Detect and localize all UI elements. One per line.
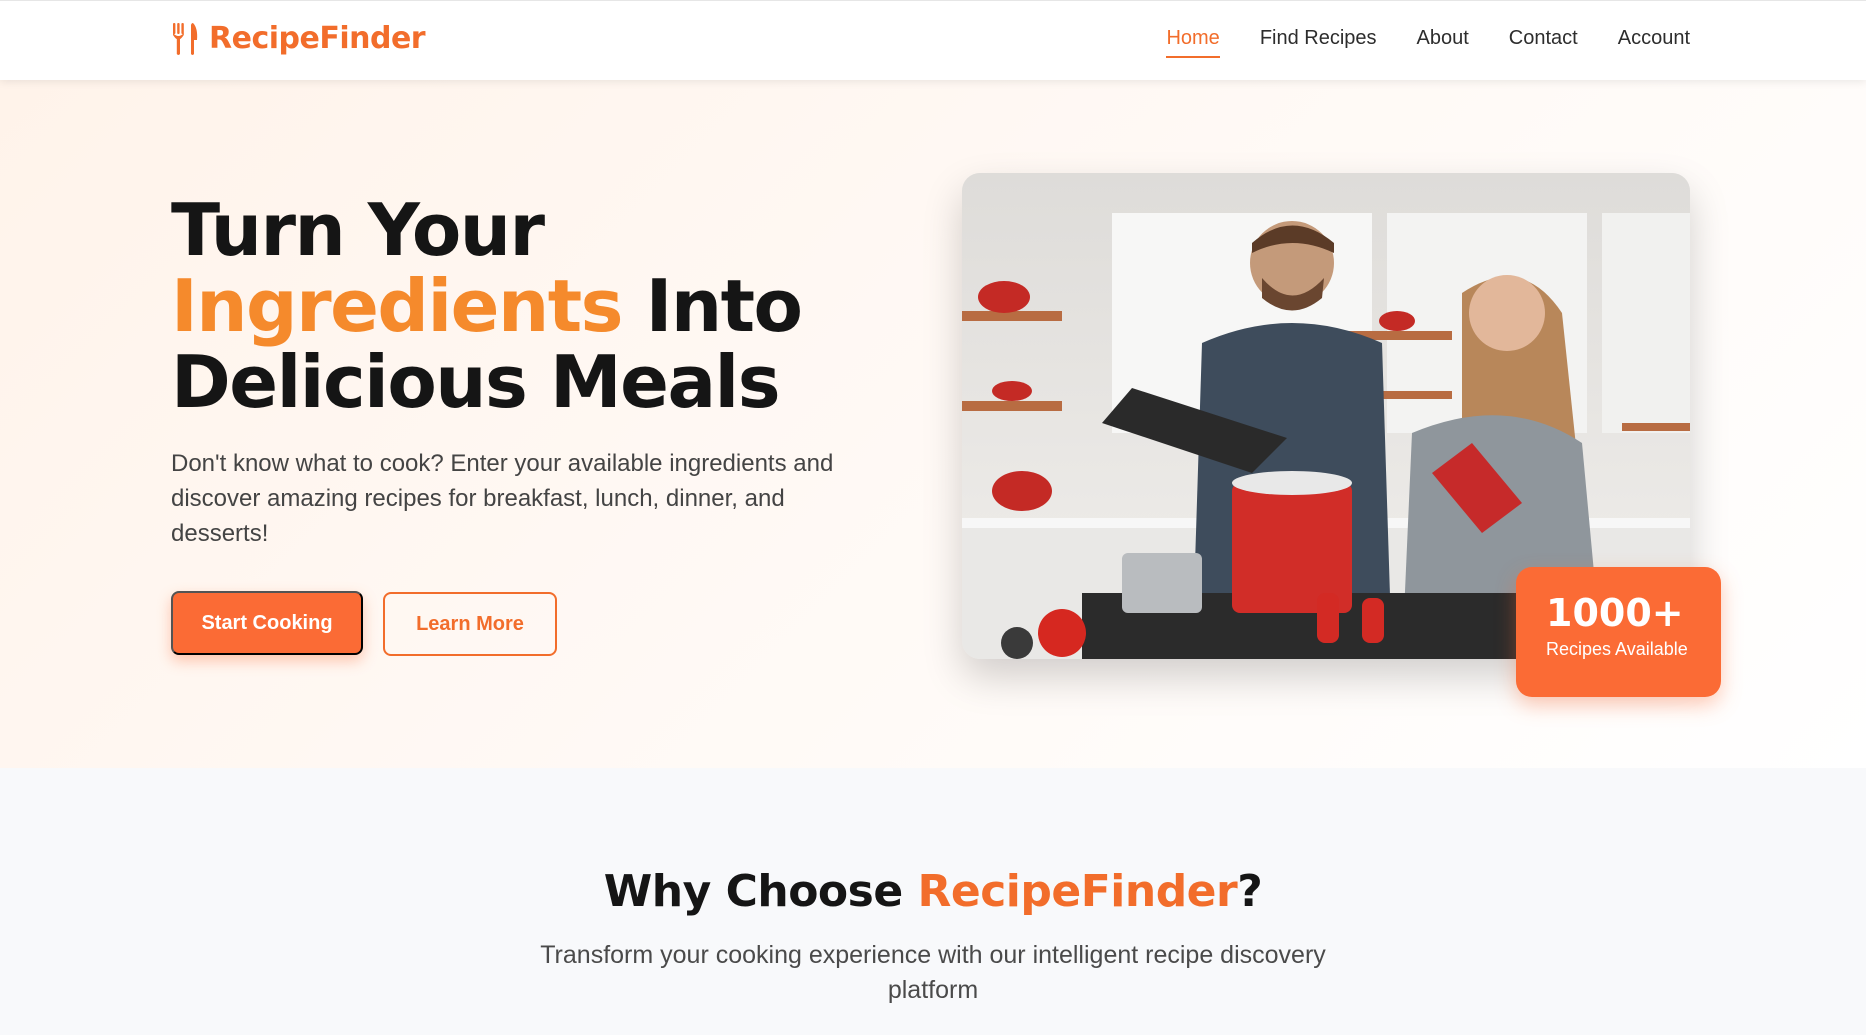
- nav-home[interactable]: Home: [1166, 27, 1221, 58]
- hero-section: Turn Your Ingredients Into Delicious Mea…: [0, 80, 1866, 768]
- why-title-accent: RecipeFinder: [917, 866, 1238, 917]
- nav-find-recipes[interactable]: Find Recipes: [1260, 27, 1377, 58]
- navbar: RecipeFinder Home Find Recipes About Con…: [0, 0, 1866, 80]
- start-cooking-button[interactable]: Start Cooking: [171, 591, 363, 655]
- why-section: Why Choose RecipeFinder? Transform your …: [0, 768, 1866, 1035]
- brand-name: RecipeFinder: [209, 21, 426, 56]
- nav-contact[interactable]: Contact: [1509, 27, 1578, 58]
- hero-description: Don't know what to cook? Enter your avai…: [171, 450, 834, 547]
- hero-title-line2: Into: [622, 264, 803, 348]
- recipes-stat-badge: 1000+ Recipes Available: [1516, 567, 1721, 697]
- brand-logo[interactable]: RecipeFinder: [171, 21, 426, 56]
- why-title: Why Choose RecipeFinder?: [0, 866, 1866, 917]
- hero-title-accent: Ingredients: [171, 264, 624, 348]
- nav-account[interactable]: Account: [1618, 27, 1690, 58]
- hero-title-line1: Turn Your: [171, 188, 545, 272]
- why-subtitle: Transform your cooking experience with o…: [540, 941, 1326, 1004]
- nav-about[interactable]: About: [1417, 27, 1469, 58]
- stat-number: 1000+: [1546, 591, 1684, 635]
- fork-knife-icon: [173, 22, 198, 55]
- learn-more-button[interactable]: Learn More: [383, 592, 557, 656]
- hero-title-line3: Delicious Meals: [171, 340, 781, 424]
- why-title-prefix: Why Choose: [603, 866, 918, 917]
- stat-label: Recipes Available: [1546, 639, 1688, 659]
- main-nav: Home Find Recipes About Contact Account: [1166, 27, 1690, 58]
- hero-title: Turn Your Ingredients Into Delicious Mea…: [171, 192, 871, 420]
- why-title-suffix: ?: [1237, 866, 1263, 917]
